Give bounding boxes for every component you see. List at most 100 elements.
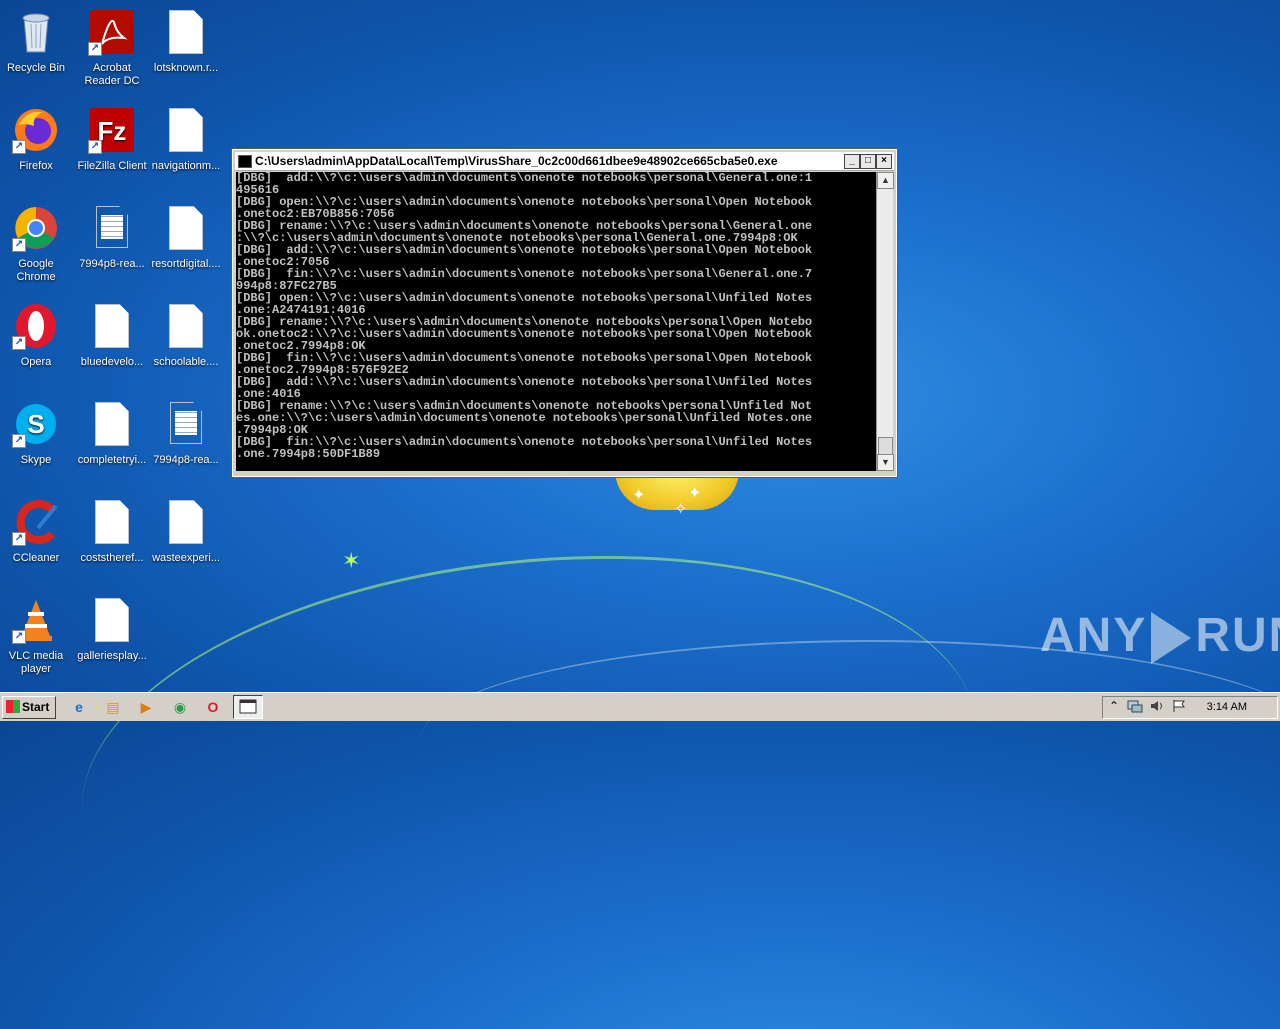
filezilla-desktop-icon[interactable]: Fz ↗ FileZilla Client (74, 102, 150, 173)
desktop-icon-label: VLC media player (8, 650, 64, 675)
desktop-icon-label: completetryi... (77, 454, 147, 466)
console-line: [DBG] add:\\?\c:\users\admin\documents\o… (236, 243, 813, 257)
chrome-icon: ↗ (12, 204, 60, 252)
console-line: .one.7994p8:50DF1B89 (236, 447, 381, 461)
console-output[interactable]: [DBG] add:\\?\c:\users\admin\documents\o… (236, 172, 876, 471)
desktop-icon-label: navigationm... (151, 160, 221, 172)
system-tray: ⌃ 3:14 AM (1102, 696, 1278, 719)
acrobat-icon: ↗ (88, 8, 136, 56)
desktop-file-item[interactable]: bluedevelo... (74, 298, 150, 369)
console-scrollbar[interactable]: ▲ ▼ (876, 172, 894, 471)
file-icon (162, 498, 210, 546)
shortcut-arrow-icon: ↗ (12, 630, 26, 644)
media-player-icon[interactable]: ▶ (135, 697, 157, 717)
desktop-file-item[interactable]: 7994p8-rea... (148, 396, 224, 467)
file-icon (88, 400, 136, 448)
wallpaper-swoosh-light (420, 640, 1280, 842)
firefox-desktop-icon[interactable]: ↗ Firefox (0, 102, 74, 173)
desktop-icon-label: 7994p8-rea... (153, 454, 219, 466)
acrobat-desktop-icon[interactable]: ↗ Acrobat Reader DC (74, 4, 150, 88)
play-logo-icon (1151, 612, 1192, 665)
shortcut-arrow-icon: ↗ (12, 532, 26, 546)
maximize-button[interactable]: □ (860, 154, 876, 169)
shortcut-arrow-icon: ↗ (88, 42, 102, 56)
desktop-icon-label: Skype (20, 454, 52, 466)
start-label: Start (22, 700, 50, 714)
console-app-icon (238, 155, 252, 168)
file-icon (88, 596, 136, 644)
console-title-bar[interactable]: C:\Users\admin\AppData\Local\Temp\VirusS… (235, 152, 894, 171)
file-icon (162, 302, 210, 350)
opera-icon[interactable]: O (202, 697, 224, 717)
ccleaner-desktop-icon[interactable]: ↗ CCleaner (0, 494, 74, 565)
shortcut-arrow-icon: ↗ (12, 434, 26, 448)
shortcut-arrow-icon: ↗ (12, 238, 26, 252)
anyrun-watermark: ANY RUN (1040, 608, 1280, 665)
opera-desktop-icon[interactable]: ↗ Opera (0, 298, 74, 369)
opera-icon: ↗ (12, 302, 60, 350)
desktop-file-item[interactable]: 7994p8-rea... (74, 200, 150, 271)
chrome-desktop-icon[interactable]: ↗ Google Chrome (0, 200, 74, 284)
desktop-file-item[interactable]: navigationm... (148, 102, 224, 173)
folder-icon[interactable]: ▤ (102, 697, 124, 717)
chrome-icon[interactable]: ◉ (169, 697, 191, 717)
filezilla-icon: Fz ↗ (88, 106, 136, 154)
ccleaner-icon: ↗ (12, 498, 60, 546)
taskbar: Start e ▤ ▶ ◉ O ⌃ 3:14 AM (0, 692, 1280, 721)
desktop-file-item[interactable]: wasteexperi... (148, 494, 224, 565)
desktop-file-item[interactable]: schoolable.... (148, 298, 224, 369)
desktop-file-item[interactable]: coststheref... (74, 494, 150, 565)
file-icon (162, 204, 210, 252)
desktop-icon-label: coststheref... (80, 552, 144, 564)
desktop-icon-label: bluedevelo... (80, 356, 144, 368)
clock[interactable]: 3:14 AM (1207, 701, 1247, 713)
desktop-file-item[interactable]: resortdigital.... (148, 200, 224, 271)
desktop-icon-label: galleriesplay... (77, 650, 147, 662)
desktop-icon-label: lotsknown.r... (153, 62, 219, 74)
text-file-icon (162, 400, 210, 448)
recycle-bin-icon (12, 8, 60, 56)
shortcut-arrow-icon: ↗ (12, 336, 26, 350)
vlc-desktop-icon[interactable]: ↗ VLC media player (0, 592, 74, 676)
svg-text:S: S (27, 409, 44, 439)
firefox-icon: ↗ (12, 106, 60, 154)
skype-desktop-icon[interactable]: S ↗ Skype (0, 396, 74, 467)
desktop-icon-label: Firefox (19, 160, 53, 172)
network-icon[interactable] (1127, 699, 1143, 716)
shortcut-arrow-icon: ↗ (12, 140, 26, 154)
recycle-bin-desktop-icon[interactable]: Recycle Bin (0, 4, 74, 75)
action-center-flag-icon[interactable] (1171, 699, 1187, 716)
desktop-icon-label: 7994p8-rea... (79, 258, 145, 270)
file-icon (88, 302, 136, 350)
desktop-file-item[interactable]: completetryi... (74, 396, 150, 467)
console-window[interactable]: C:\Users\admin\AppData\Local\Temp\VirusS… (231, 148, 898, 478)
scrollbar-thumb[interactable] (878, 437, 893, 455)
file-icon (88, 498, 136, 546)
desktop-file-item[interactable]: galleriesplay... (74, 592, 150, 663)
desktop-icon-label: Opera (20, 356, 52, 368)
windows-logo-icon (6, 700, 20, 714)
wallpaper-leaf: ✶ (342, 548, 361, 573)
desktop-icon-label: schoolable.... (153, 356, 219, 368)
minimize-button[interactable]: _ (844, 154, 860, 169)
desktop-file-item[interactable]: lotsknown.r... (148, 4, 224, 75)
watermark-text-left: ANY (1040, 609, 1148, 662)
file-icon (162, 8, 210, 56)
close-button[interactable]: × (876, 154, 892, 169)
console-window-icon (239, 699, 257, 714)
scroll-down-button[interactable]: ▼ (877, 454, 894, 471)
desktop-icon-label: Acrobat Reader DC (84, 62, 140, 87)
volume-icon[interactable] (1149, 699, 1165, 716)
skype-icon: S ↗ (12, 400, 60, 448)
vlc-icon: ↗ (12, 596, 60, 644)
console-taskbar-button[interactable] (233, 695, 263, 719)
start-button[interactable]: Start (2, 696, 56, 719)
console-window-title: C:\Users\admin\AppData\Local\Temp\VirusS… (255, 154, 778, 168)
text-file-icon (88, 204, 136, 252)
internet-explorer-icon[interactable]: e (68, 697, 90, 717)
desktop-icon-label: resortdigital.... (151, 258, 221, 270)
console-line: es.one:\\?\c:\users\admin\documents\onen… (236, 411, 813, 425)
show-hidden-icons-button[interactable]: ⌃ (1109, 699, 1119, 713)
sparkle-icon: ✦ (632, 487, 646, 504)
scroll-up-button[interactable]: ▲ (877, 172, 894, 189)
